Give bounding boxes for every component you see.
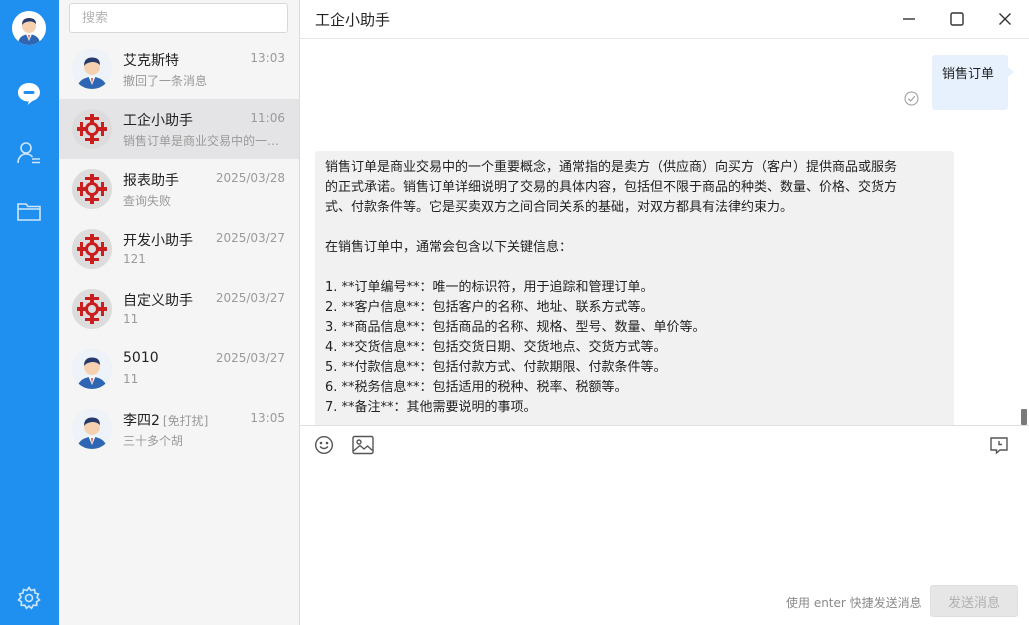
conversation-name-text: 开发小助手 bbox=[123, 233, 193, 249]
outgoing-message[interactable]: 销售订单 bbox=[932, 55, 1014, 110]
chat-panel: 工企小助手 销售订单 销售订单是商业交易中的一个重要概念，通常指的是卖方（供应商… bbox=[300, 0, 1029, 625]
image-icon bbox=[352, 435, 374, 455]
files-nav-button[interactable] bbox=[14, 196, 44, 226]
conversation-preview: 11 bbox=[123, 372, 139, 386]
image-upload-button[interactable] bbox=[351, 433, 375, 457]
conversation-name: 李四2 [免打扰] bbox=[123, 410, 208, 430]
conversation-preview: 查询失败 bbox=[123, 194, 172, 208]
chat-history-icon bbox=[990, 437, 1008, 455]
send-shortcut-hint: 使用 enter 快捷发送消息 bbox=[786, 596, 922, 610]
contact-avatar bbox=[72, 49, 112, 89]
conversation-item[interactable]: 开发小助手 2025/03/27 121 bbox=[59, 219, 299, 279]
conversation-name: 开发小助手 bbox=[123, 230, 193, 250]
contacts-icon bbox=[17, 142, 40, 164]
conversation-time: 13:03 bbox=[250, 51, 285, 65]
conversation-name-text: 自定义助手 bbox=[123, 293, 193, 309]
message-line: 6. **税务信息**：包括适用的税种、税率、税额等。 bbox=[325, 380, 628, 395]
minimize-icon bbox=[903, 18, 915, 20]
search-input[interactable] bbox=[69, 3, 288, 33]
conversation-name: 5010 bbox=[123, 350, 159, 366]
message-area[interactable]: 销售订单 销售订单是商业交易中的一个重要概念，通常指的是卖方（供应商）向买方（客… bbox=[300, 39, 1029, 426]
folder-icon bbox=[17, 203, 41, 221]
conversation-item[interactable]: 5010 2025/03/27 11 bbox=[59, 339, 299, 399]
conversation-list: 艾克斯特 13:03 撤回了一条消息工企小助手 11:06 销售订单是商业交易中的一个重… bbox=[59, 0, 300, 625]
message-line: 在销售订单中，通常会包含以下关键信息： bbox=[325, 240, 573, 255]
bot-avatar bbox=[72, 109, 112, 149]
message-line: 3. **商品信息**：包括商品的名称、规格、型号、数量、单价等。 bbox=[325, 320, 706, 335]
bot-avatar bbox=[72, 169, 112, 209]
conversation-name-text: 5010 bbox=[123, 350, 159, 366]
message-line: 的正式承诺。销售订单详细说明了交易的具体内容，包括但不限于商品的种类、数量、价格… bbox=[325, 180, 898, 195]
conversation-preview: 121 bbox=[123, 252, 146, 266]
conversation-item[interactable]: 艾克斯特 13:03 撤回了一条消息 bbox=[59, 39, 299, 99]
conversation-item[interactable]: 李四2 [免打扰] 13:05 三十多个胡 bbox=[59, 399, 299, 459]
send-button[interactable]: 发送消息 bbox=[930, 585, 1018, 617]
conversation-name-text: 李四2 bbox=[123, 413, 160, 429]
message-line: 7. **备注**：其他需要说明的事项。 bbox=[325, 400, 537, 415]
conversation-name: 艾克斯特 bbox=[123, 50, 179, 70]
conversation-item[interactable]: 工企小助手 11:06 销售订单是商业交易中的一个重要概念... bbox=[59, 99, 299, 159]
outgoing-message-text: 销售订单 bbox=[942, 67, 995, 82]
settings-icon bbox=[17, 586, 41, 610]
message-input[interactable] bbox=[315, 464, 1015, 579]
maximize-button[interactable] bbox=[943, 6, 971, 32]
emoji-icon bbox=[314, 435, 334, 455]
emoji-button[interactable] bbox=[312, 433, 336, 457]
contacts-nav-button[interactable] bbox=[14, 138, 44, 168]
incoming-message[interactable]: 销售订单是商业交易中的一个重要概念，通常指的是卖方（供应商）向买方（客户）提供商… bbox=[315, 151, 954, 425]
conversation-time: 2025/03/27 bbox=[215, 291, 285, 305]
message-line: 4. **交货信息**：包括交货日期、交货地点、交货方式等。 bbox=[325, 340, 667, 355]
conversation-time: 2025/03/27 bbox=[215, 231, 285, 245]
conversation-name: 报表助手 bbox=[123, 170, 179, 190]
mute-tag: [免打扰] bbox=[162, 414, 209, 428]
settings-button[interactable] bbox=[14, 583, 44, 613]
close-button[interactable] bbox=[991, 6, 1019, 32]
bot-avatar bbox=[72, 229, 112, 269]
maximize-icon bbox=[950, 12, 964, 26]
minimize-button[interactable] bbox=[895, 6, 923, 32]
left-rail bbox=[0, 0, 59, 625]
contact-avatar bbox=[72, 409, 112, 449]
user-avatar[interactable] bbox=[12, 11, 46, 45]
conversation-time: 13:05 bbox=[250, 411, 285, 425]
conversation-item[interactable]: 自定义助手 2025/03/27 11 bbox=[59, 279, 299, 339]
message-scrollbar-thumb[interactable] bbox=[1021, 409, 1027, 425]
message-line: 式、付款条件等。它是买卖双方之间合同关系的基础，对双方都具有法律约束力。 bbox=[325, 200, 794, 215]
conversation-name-text: 艾克斯特 bbox=[123, 53, 179, 69]
conversation-preview: 销售订单是商业交易中的一个重要概念... bbox=[123, 134, 283, 148]
conversation-name-text: 报表助手 bbox=[123, 173, 179, 189]
conversation-time: 11:06 bbox=[250, 111, 285, 125]
message-line: 5. **付款信息**：包括付款方式、付款期限、付款条件等。 bbox=[325, 360, 667, 375]
contact-avatar bbox=[72, 349, 112, 389]
read-check-icon bbox=[904, 91, 919, 106]
conversation-item[interactable]: 报表助手 2025/03/28 查询失败 bbox=[59, 159, 299, 219]
conversation-name: 自定义助手 bbox=[123, 290, 193, 310]
bot-avatar bbox=[72, 289, 112, 329]
chat-nav-button[interactable] bbox=[14, 79, 44, 109]
chat-header: 工企小助手 bbox=[300, 0, 1029, 39]
conversation-preview: 撤回了一条消息 bbox=[123, 74, 208, 88]
conversation-time: 2025/03/28 bbox=[215, 171, 285, 185]
close-icon bbox=[999, 13, 1011, 25]
chat-icon bbox=[18, 83, 40, 105]
history-button[interactable] bbox=[987, 433, 1011, 457]
chat-title: 工企小助手 bbox=[315, 11, 391, 29]
message-line: 1. **订单编号**：唯一的标识符，用于追踪和管理订单。 bbox=[325, 280, 654, 295]
message-line: 2. **客户信息**：包括客户的名称、地址、联系方式等。 bbox=[325, 300, 654, 315]
message-line: 销售订单是商业交易中的一个重要概念，通常指的是卖方（供应商）向买方（客户）提供商… bbox=[325, 160, 898, 175]
conversation-name: 工企小助手 bbox=[123, 110, 193, 130]
conversation-name-text: 工企小助手 bbox=[123, 113, 193, 129]
conversation-preview: 11 bbox=[123, 312, 139, 326]
conversation-time: 2025/03/27 bbox=[215, 351, 285, 365]
conversation-preview: 三十多个胡 bbox=[123, 434, 184, 448]
